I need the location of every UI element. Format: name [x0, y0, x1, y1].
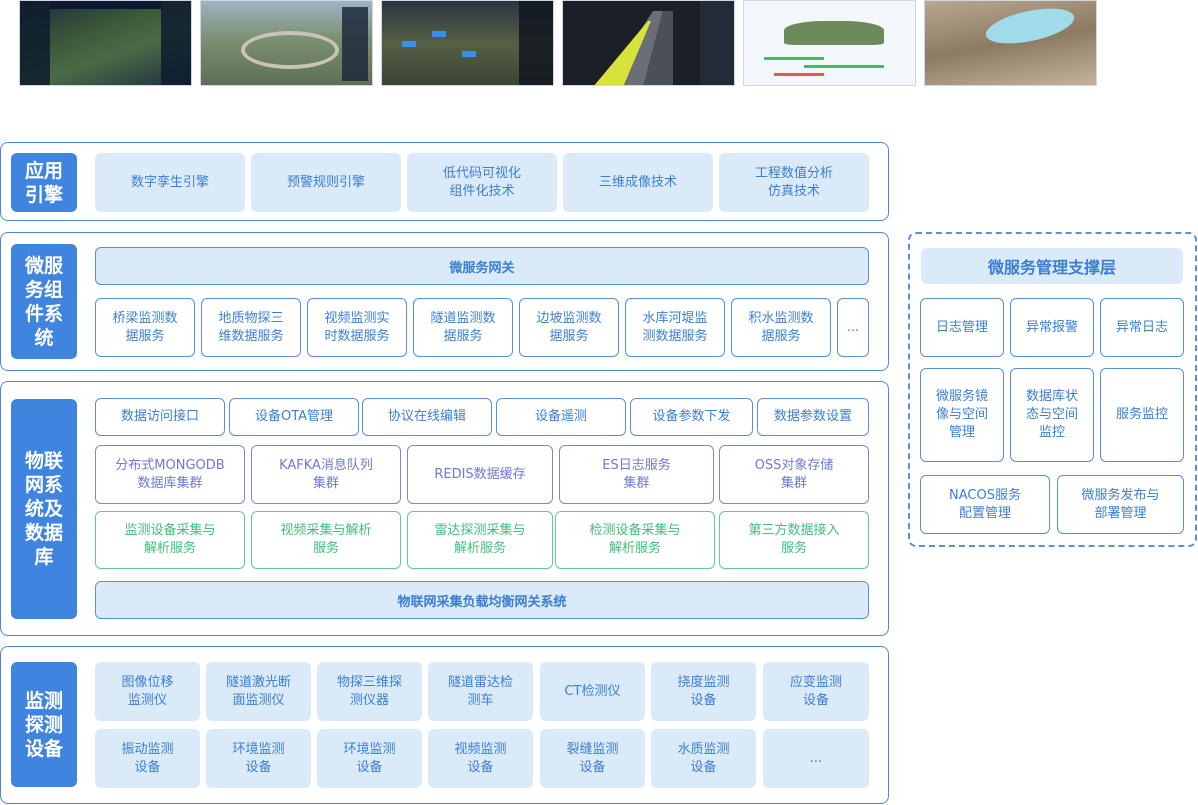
app-engine-item: 工程数值分析 仿真技术: [719, 153, 869, 212]
management-item: 服务监控: [1100, 368, 1184, 462]
app-engine-item: 低代码可视化 组件化技术: [407, 153, 557, 212]
microservice-item: 地质物探三 维数据服务: [201, 298, 301, 357]
device-item: 应变监测 设备: [763, 662, 869, 721]
management-item: 日志管理: [920, 298, 1004, 357]
device-item: 裂缝监测 设备: [540, 729, 645, 788]
screenshot-tunnel-3d: [562, 0, 735, 86]
iot-database: 分布式MONGODB 数据库集群: [95, 445, 245, 504]
device-item: 挠度监测 设备: [651, 662, 756, 721]
microservice-label: 微服 务组 件系 统: [11, 244, 77, 359]
iot-database: ES日志服务 集群: [559, 445, 714, 504]
iot-database: REDIS数据缓存: [407, 445, 553, 504]
device-item: 水质监测 设备: [651, 729, 756, 788]
device-item: 隧道雷达检 测车: [428, 662, 533, 721]
microservice-item: 水库河堤监 测数据服务: [625, 298, 725, 357]
device-item: 环境监测 设备: [317, 729, 422, 788]
screenshot-video-monitoring: [381, 0, 554, 86]
iot-database: KAFKA消息队列 集群: [251, 445, 401, 504]
screenshot-reservoir-3d: [924, 0, 1097, 86]
screenshot-map-dashboard: [19, 0, 192, 86]
management-item: 微服务发布与 部署管理: [1057, 475, 1184, 534]
iot-collector: 视频采集与解析 服务: [251, 511, 401, 569]
iot-service: 协议在线编辑: [362, 398, 492, 436]
iot-gateway: 物联网采集负载均衡网关系统: [95, 581, 869, 619]
iot-service: 数据参数设置: [757, 398, 869, 436]
management-item: 异常报警: [1010, 298, 1094, 357]
screenshot-terrain-gantt: [743, 0, 916, 86]
iot-service: 设备OTA管理: [229, 398, 359, 436]
management-item: 微服务镜 像与空间 管理: [920, 368, 1004, 462]
microservice-item: 隧道监测数 据服务: [413, 298, 513, 357]
microservice-gateway: 微服务网关: [95, 247, 869, 285]
device-item: 振动监测 设备: [95, 729, 200, 788]
devices-label: 监测 探测 设备: [11, 662, 77, 787]
screenshot-3d-interchange: [200, 0, 373, 86]
iot-collector: 监测设备采集与 解析服务: [95, 511, 245, 569]
app-engine-item: 预警规则引擎: [251, 153, 401, 212]
management-item: 数据库状 态与空间 监控: [1010, 368, 1094, 462]
microservice-item: 积水监测数 据服务: [731, 298, 831, 357]
app-engine-item: 数字孪生引擎: [95, 153, 245, 212]
device-item-more: ...: [763, 729, 869, 788]
iot-collector: 雷达探测采集与 解析服务: [407, 511, 553, 569]
iot-service: 设备参数下发: [630, 398, 753, 436]
iot-collector: 第三方数据接入 服务: [719, 511, 869, 569]
app-engine-item: 三维成像技术: [563, 153, 713, 212]
iot-service: 数据访问接口: [95, 398, 225, 436]
device-item: 视频监测 设备: [428, 729, 533, 788]
management-item: 异常日志: [1100, 298, 1184, 357]
app-engine-label: 应用 引擎: [11, 153, 77, 212]
device-item: 物探三维探 测仪器: [317, 662, 422, 721]
iot-label: 物联 网系 统及 数据 库: [11, 399, 77, 619]
device-item: 隧道激光断 面监测仪: [206, 662, 311, 721]
management-item: NACOS服务 配置管理: [920, 475, 1050, 534]
device-item: 图像位移 监测仪: [95, 662, 200, 721]
microservice-item: 边坡监测数 据服务: [519, 298, 619, 357]
device-item: CT检测仪: [540, 662, 645, 721]
management-title: 微服务管理支撑层: [921, 248, 1183, 284]
microservice-item-more: ...: [837, 298, 869, 357]
microservice-item: 桥梁监测数 据服务: [95, 298, 195, 357]
iot-collector: 检测设备采集与 解析服务: [555, 511, 715, 569]
iot-service: 设备遥测: [496, 398, 626, 436]
microservice-item: 视频监测实 时数据服务: [307, 298, 407, 357]
iot-database: OSS对象存储 集群: [719, 445, 869, 504]
device-item: 环境监测 设备: [206, 729, 311, 788]
